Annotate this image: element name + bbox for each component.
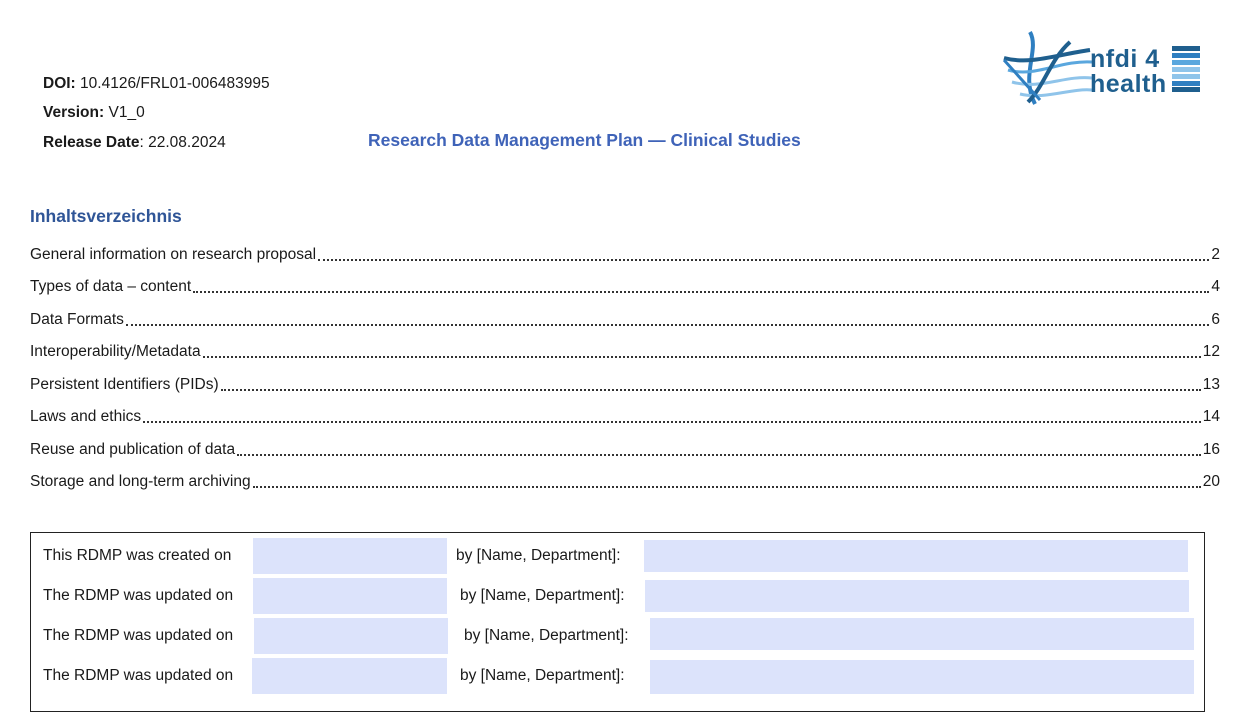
toc-entry[interactable]: Data Formats 6: [30, 299, 1220, 332]
toc-entry-title: Interoperability/Metadata: [30, 343, 201, 360]
by-label: by [Name, Department]:: [460, 667, 625, 684]
toc-entry-page: 2: [1211, 245, 1220, 263]
toc-leader-dots: [143, 420, 1201, 423]
toc-entry[interactable]: Persistent Identifiers (PIDs) 13: [30, 364, 1220, 397]
row-label: This RDMP was created on: [43, 547, 232, 564]
logo-bars-icon: [1172, 46, 1200, 92]
toc-entry-page: 14: [1202, 408, 1220, 425]
rdmp-history-table: This RDMP was created on by [Name, Depar…: [30, 532, 1205, 712]
toc-entry-title: Persistent Identifiers (PIDs): [30, 375, 219, 393]
rdmp-history-row: The RDMP was updated on by [Name, Depart…: [31, 658, 1204, 694]
toc-entry[interactable]: Types of data – content 4: [30, 267, 1220, 300]
toc-entry-page: 16: [1202, 440, 1220, 458]
version-value: V1_0: [108, 104, 145, 121]
toc-leader-dots: [125, 323, 1210, 326]
created-by-field[interactable]: [644, 540, 1188, 572]
created-date-field[interactable]: [253, 538, 447, 574]
doi-value: 10.4126/FRL01-006483995: [80, 75, 270, 92]
row-label: The RDMP was updated on: [43, 667, 234, 684]
rdmp-history-row: The RDMP was updated on by [Name, Depart…: [31, 578, 1204, 614]
toc-entry[interactable]: Interoperability/Metadata 12: [30, 332, 1220, 365]
by-label: by [Name, Department]:: [456, 547, 621, 564]
toc-entry-title: Data Formats: [30, 310, 124, 328]
by-label: by [Name, Department]:: [464, 627, 629, 644]
rdmp-history-row: The RDMP was updated on by [Name, Depart…: [31, 618, 1204, 654]
updated-by-field[interactable]: [650, 660, 1194, 694]
by-label: by [Name, Department]:: [460, 587, 625, 604]
toc-entry-title: Reuse and publication of data: [30, 440, 236, 458]
table-of-contents: General information on research proposal…: [30, 234, 1220, 494]
logo-wave-icon: [1002, 31, 1093, 105]
toc-leader-dots: [318, 258, 1210, 261]
version-label: Version:: [43, 104, 105, 121]
toc-entry-page: 20: [1202, 473, 1220, 490]
row-label: The RDMP was updated on: [43, 587, 234, 604]
toc-heading: Inhaltsverzeichnis: [30, 206, 182, 226]
toc-leader-dots: [252, 485, 1201, 488]
toc-leader-dots: [237, 453, 1201, 456]
toc-leader-dots: [193, 290, 1210, 293]
toc-entry-title: Storage and long-term archiving: [30, 473, 251, 490]
rdmp-history-row: This RDMP was created on by [Name, Depar…: [31, 538, 1204, 574]
toc-entry-page: 4: [1211, 278, 1220, 295]
release-date-line: Release Date: 22.08.2024: [43, 134, 226, 152]
toc-entry-title: Types of data – content: [30, 278, 192, 295]
updated-date-field[interactable]: [253, 578, 447, 614]
logo-text-line2: health: [1090, 70, 1167, 98]
toc-entry-page: 6: [1211, 310, 1220, 328]
toc-entry[interactable]: Reuse and publication of data 16: [30, 429, 1220, 462]
toc-entry[interactable]: General information on research proposal…: [30, 234, 1220, 267]
toc-entry-page: 12: [1202, 343, 1220, 360]
toc-entry-page: 13: [1202, 375, 1220, 393]
toc-leader-dots: [202, 355, 1201, 358]
toc-leader-dots: [220, 388, 1201, 391]
version-line: Version: V1_0: [43, 104, 145, 122]
doi-label: DOI:: [43, 75, 76, 92]
toc-entry-title: General information on research proposal: [30, 245, 317, 263]
doi-line: DOI: 10.4126/FRL01-006483995: [43, 75, 270, 93]
toc-entry-title: Laws and ethics: [30, 408, 142, 425]
updated-by-field[interactable]: [650, 618, 1194, 650]
toc-entry[interactable]: Storage and long-term archiving 20: [30, 462, 1220, 495]
updated-by-field[interactable]: [645, 580, 1189, 612]
nfdi4health-logo: nfdi 4 health: [1000, 30, 1205, 108]
document-title: Research Data Management Plan — Clinical…: [368, 130, 801, 150]
row-label: The RDMP was updated on: [43, 627, 234, 644]
updated-date-field[interactable]: [252, 658, 447, 694]
updated-date-field[interactable]: [254, 618, 448, 654]
release-date-label: Release Date: [43, 134, 140, 151]
logo-text-line1: nfdi 4: [1090, 45, 1160, 73]
release-date-value: : 22.08.2024: [139, 134, 226, 151]
toc-entry[interactable]: Laws and ethics 14: [30, 397, 1220, 430]
